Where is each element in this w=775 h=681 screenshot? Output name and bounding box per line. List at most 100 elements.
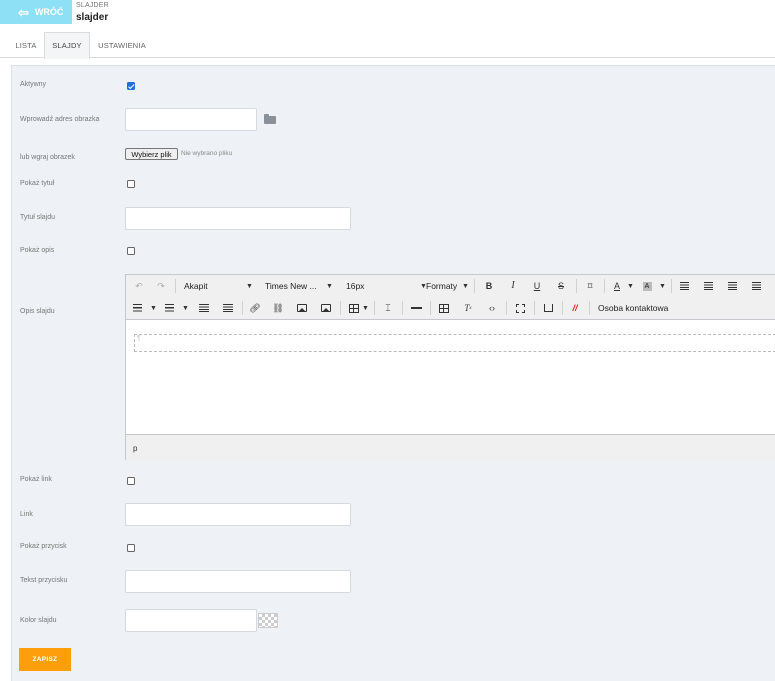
align-right-icon[interactable]: [725, 279, 739, 293]
back-arrow-icon: ⇦: [18, 4, 29, 20]
tab-slajdy[interactable]: SLAJDY: [44, 32, 90, 59]
chevron-down-icon: ▼: [326, 282, 333, 290]
font-size-select[interactable]: 16px: [346, 279, 364, 293]
chevron-down-icon: ▼: [462, 282, 469, 290]
show-button-checkbox[interactable]: [127, 544, 135, 552]
chevron-down-icon: ▼: [182, 304, 189, 312]
back-button[interactable]: ⇦ WRÓĆ: [0, 0, 72, 24]
slide-color-label: Kolor slajdu: [20, 617, 57, 624]
choose-file-button[interactable]: Wybierz plik: [125, 148, 178, 160]
align-center-icon[interactable]: [701, 279, 715, 293]
paragraph-block[interactable]: ¶: [134, 334, 775, 352]
download-icon[interactable]: [541, 301, 555, 315]
outdent-icon[interactable]: [197, 301, 211, 315]
table-icon[interactable]: [347, 301, 361, 315]
media-icon[interactable]: [319, 301, 333, 315]
toolbar-divider: [506, 301, 507, 315]
rich-text-editor: ↶ ↷ Akapit ▼ Times New ... ▼ 16px ▼ Form…: [125, 274, 775, 461]
toolbar-divider: [671, 279, 672, 293]
chevron-down-icon: ▼: [659, 282, 666, 290]
slide-title-input[interactable]: [125, 207, 351, 230]
toolbar-divider: [534, 301, 535, 315]
indent-icon[interactable]: [221, 301, 235, 315]
button-text-input[interactable]: [125, 570, 351, 593]
chevron-down-icon: ▼: [246, 282, 253, 290]
toolbar-divider: [474, 279, 475, 293]
show-desc-checkbox[interactable]: [127, 247, 135, 255]
upload-label: lub wgraj obrazek: [20, 154, 75, 161]
slide-desc-label: Opis slajdu: [20, 308, 55, 315]
app-root: ⇦ WRÓĆ SLAJDER slajder LISTA SLAJDY USTA…: [0, 0, 775, 681]
fullscreen-icon[interactable]: [513, 301, 527, 315]
underline-icon[interactable]: U: [530, 279, 544, 293]
button-text-label: Tekst przycisku: [20, 577, 68, 584]
toolbar-divider: [589, 301, 590, 315]
color-picker-swatch[interactable]: [258, 613, 278, 628]
back-button-label: WRÓĆ: [34, 7, 64, 17]
editor-toolbar-row-1: ↶ ↷ Akapit ▼ Times New ... ▼ 16px ▼ Form…: [126, 275, 775, 297]
active-label: Aktywny: [20, 81, 47, 88]
tab-lista[interactable]: LISTA: [8, 32, 44, 58]
visual-blocks-icon[interactable]: [437, 301, 451, 315]
image-url-input[interactable]: [125, 108, 257, 131]
link-icon[interactable]: 🔗︎: [248, 301, 262, 315]
redo-icon[interactable]: ↷: [154, 279, 168, 293]
italic-icon[interactable]: I: [506, 279, 520, 293]
show-button-label: Pokaż przycisk: [20, 543, 67, 550]
editor-content-area[interactable]: ¶: [126, 320, 775, 434]
toolbar-divider: [604, 279, 605, 293]
font-family-select[interactable]: Times New ...: [265, 279, 317, 293]
show-link-label: Pokaż link: [20, 476, 52, 483]
show-title-label: Pokaż tytuł: [20, 180, 55, 187]
align-left-icon[interactable]: [677, 279, 691, 293]
show-link-checkbox[interactable]: [127, 477, 135, 485]
link-input[interactable]: [125, 503, 351, 526]
image-icon[interactable]: [295, 301, 309, 315]
save-button[interactable]: ZAPISZ: [19, 648, 71, 671]
toolbar-divider: [374, 301, 375, 315]
bold-icon[interactable]: B: [482, 279, 496, 293]
tab-bar: LISTA SLAJDY USTAWIENIA: [0, 32, 775, 59]
editor-toolbar-row-2: ▼ ▼ 🔗︎ ⛓︎ ▼ ⌶ Tx ‹› // Osoba kontaktowa: [126, 297, 775, 319]
toolbar-divider: [175, 279, 176, 293]
numbered-list-icon[interactable]: [163, 301, 175, 315]
editor-statusbar: p: [126, 434, 775, 461]
file-status: Nie wybrano pliku: [181, 150, 233, 157]
image-url-label: Wprowadź adres obrazka: [20, 116, 100, 123]
active-checkbox[interactable]: [127, 82, 135, 90]
link-label: Link: [20, 511, 33, 518]
unlink-icon[interactable]: ⛓︎: [271, 301, 285, 315]
horizontal-rule-icon[interactable]: [409, 301, 423, 315]
element-path[interactable]: p: [133, 444, 137, 453]
background-color-icon[interactable]: A: [640, 279, 654, 293]
chevron-down-icon: ▼: [150, 304, 157, 312]
slide-title-label: Tytuł slajdu: [20, 214, 56, 221]
custom-plugin-icon[interactable]: //: [568, 301, 582, 315]
breadcrumb-section: SLAJDER: [76, 2, 109, 9]
toolbar-divider: [562, 301, 563, 315]
show-title-checkbox[interactable]: [127, 180, 135, 188]
chevron-down-icon: ▼: [627, 282, 634, 290]
slide-color-input[interactable]: [125, 609, 257, 632]
strikethrough-icon[interactable]: S: [554, 279, 568, 293]
show-desc-label: Pokaż opis: [20, 247, 55, 254]
source-code-icon[interactable]: ‹›: [485, 301, 499, 315]
formats-menu[interactable]: Formaty: [426, 279, 457, 293]
contact-person-button[interactable]: Osoba kontaktowa: [598, 301, 668, 315]
page-break-icon[interactable]: ⌶: [381, 301, 395, 315]
folder-icon[interactable]: [264, 114, 276, 124]
bullet-list-icon[interactable]: [131, 301, 143, 315]
page-title: slajder: [76, 12, 109, 23]
clear-formatting-icon[interactable]: Tx: [461, 301, 475, 315]
bookmark-icon[interactable]: ⌑: [583, 279, 597, 293]
toolbar-divider: [576, 279, 577, 293]
tab-ustawienia[interactable]: USTAWIENIA: [94, 32, 150, 58]
align-justify-icon[interactable]: [749, 279, 763, 293]
paragraph-format-select[interactable]: Akapit: [184, 279, 208, 293]
undo-icon[interactable]: ↶: [132, 279, 146, 293]
toolbar-divider: [340, 301, 341, 315]
chevron-down-icon: ▼: [362, 304, 369, 312]
text-color-icon[interactable]: A: [610, 279, 624, 293]
toolbar-divider: [402, 301, 403, 315]
pilcrow-icon: ¶: [137, 335, 141, 342]
